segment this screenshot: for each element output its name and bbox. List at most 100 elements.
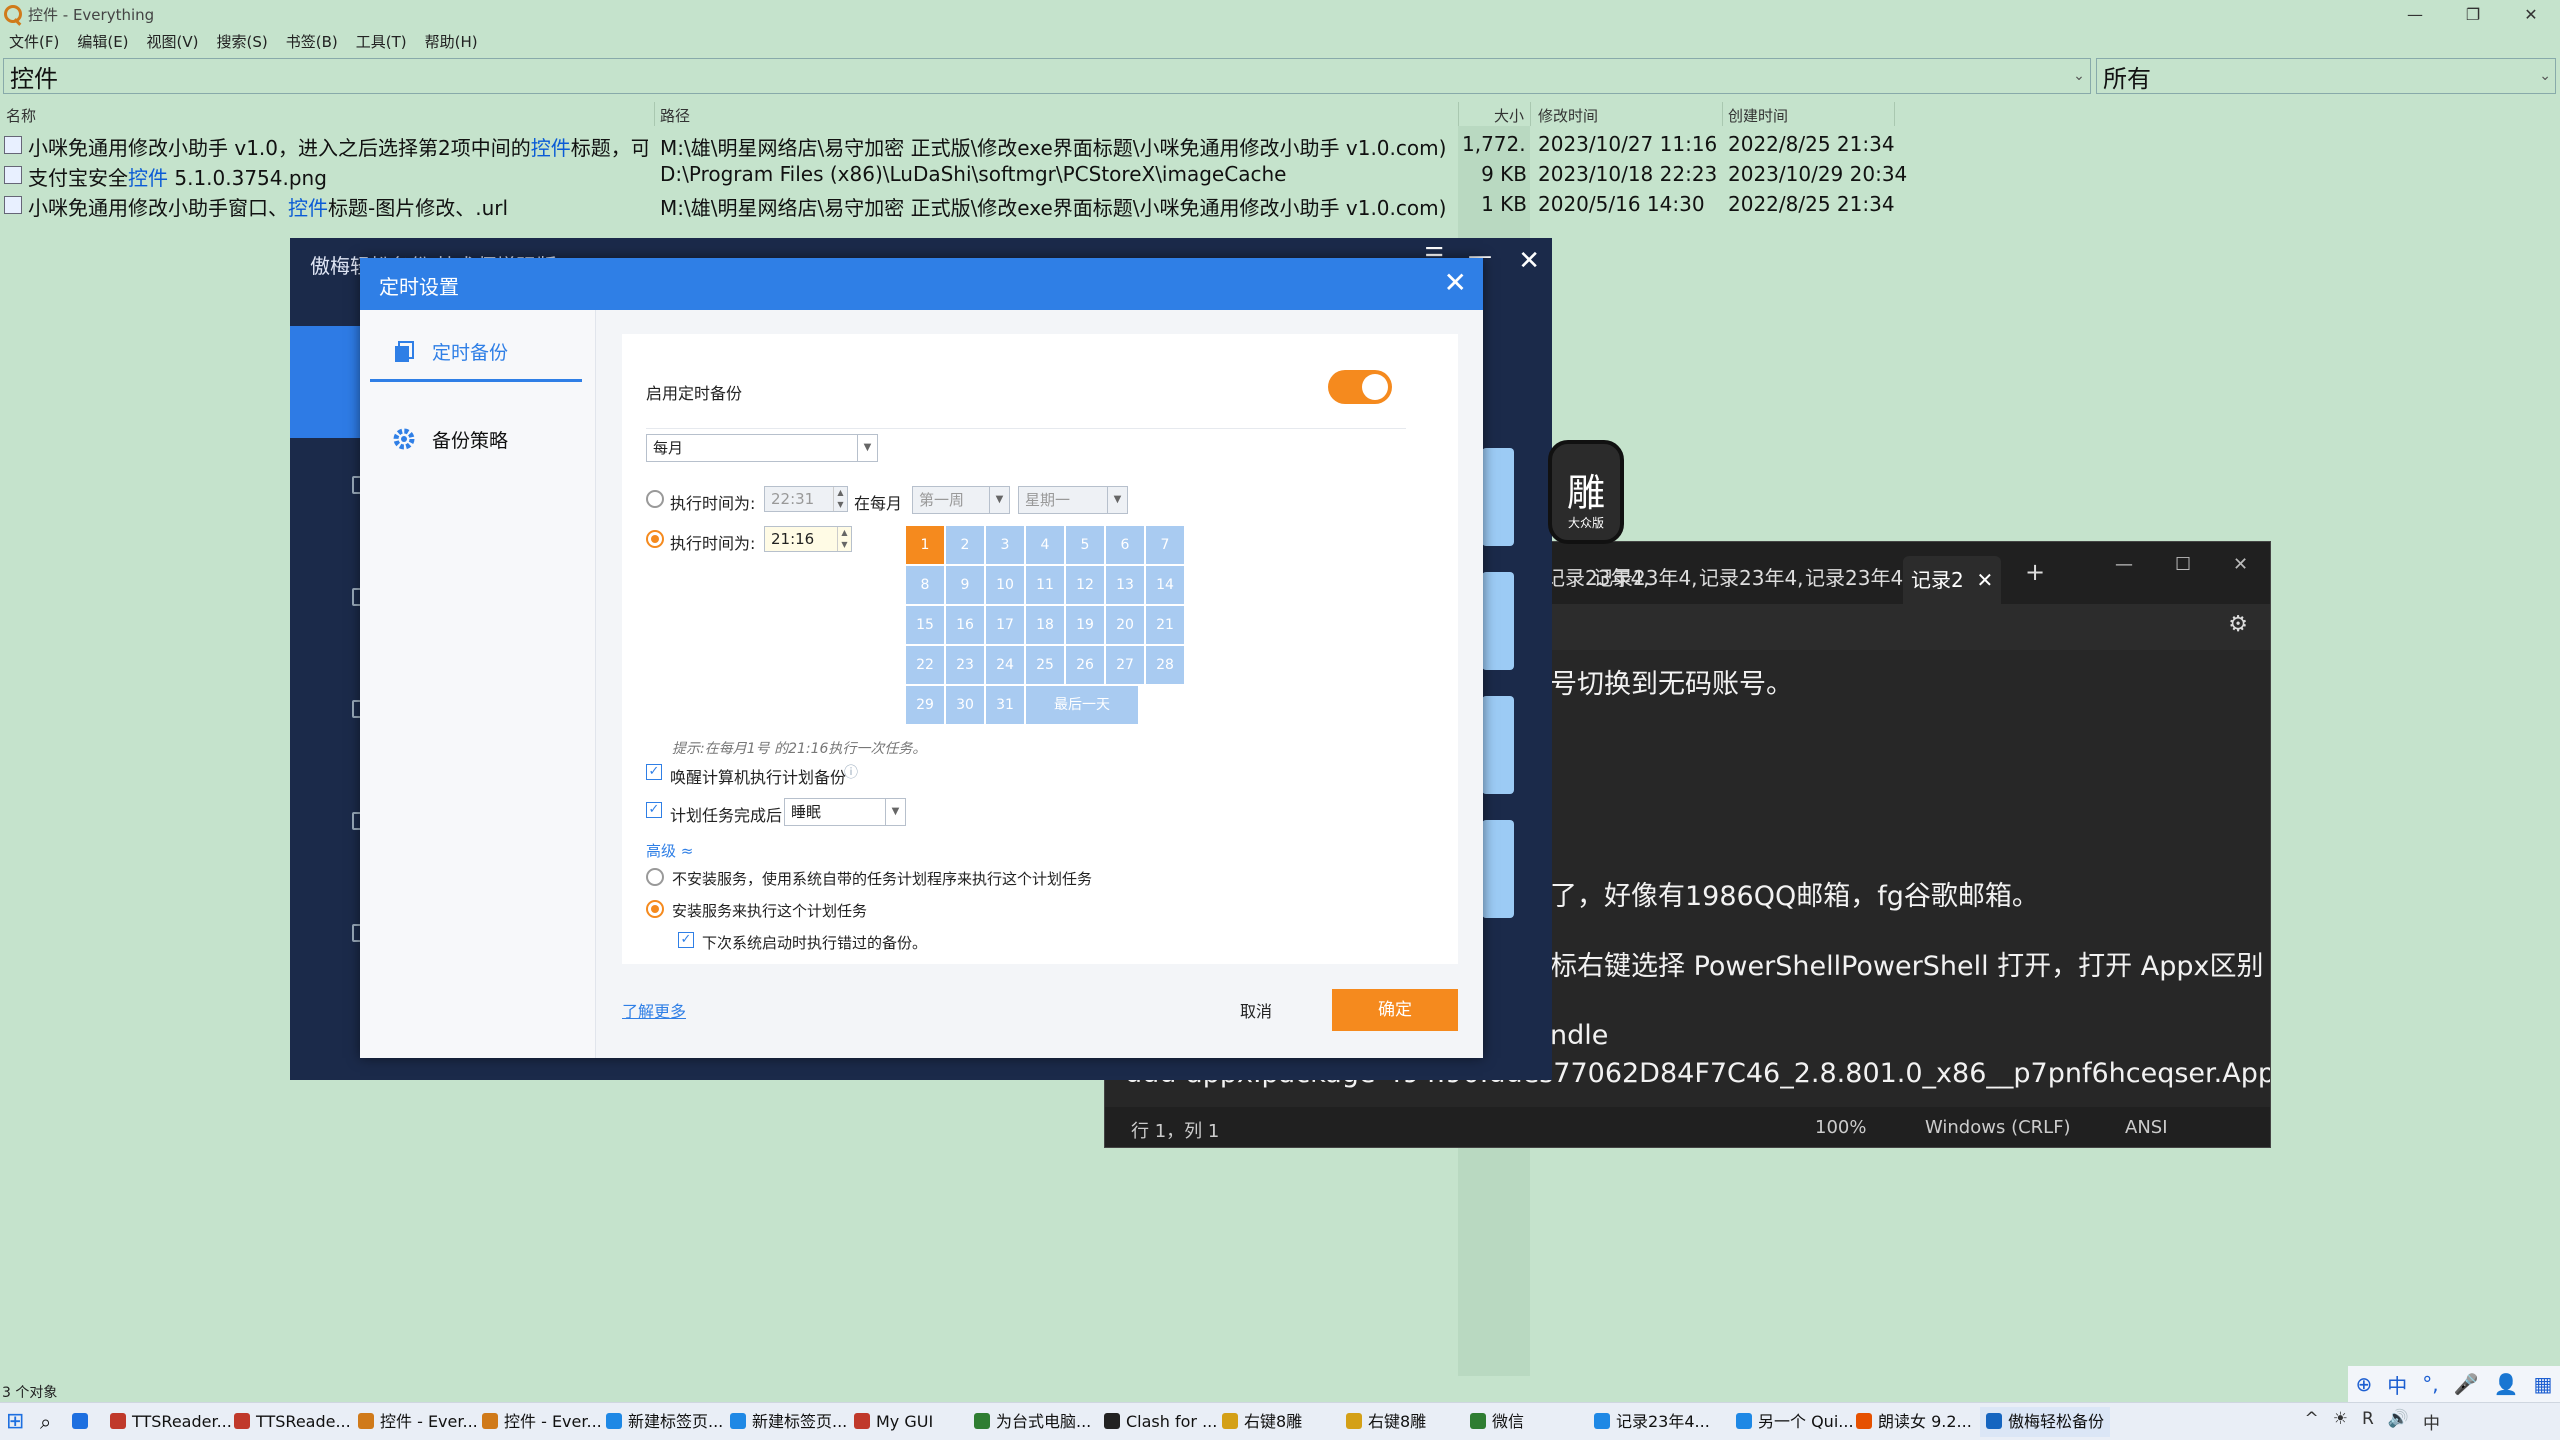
maximize-icon[interactable]: ☐ [2175, 554, 2191, 575]
clock[interactable] [2454, 1409, 2550, 1434]
column-path[interactable]: 路径 [660, 105, 690, 126]
day-cell-18[interactable]: 18 [1026, 606, 1064, 644]
day-cell-8[interactable]: 8 [906, 566, 944, 604]
learn-more-link[interactable]: 了解更多 [622, 998, 686, 1022]
day-cell-5[interactable]: 5 [1066, 526, 1104, 564]
start-icon[interactable]: ⊞ [6, 1407, 24, 1437]
gear-icon[interactable]: ⚙ [2228, 612, 2248, 637]
feature-tile[interactable] [1482, 696, 1514, 794]
spinner-icon[interactable]: ▲ ▼ [837, 527, 851, 551]
after-task-select[interactable]: 睡眠 ▼ [784, 798, 906, 826]
radio-install-service[interactable] [646, 900, 664, 918]
day-cell-13[interactable]: 13 [1106, 566, 1144, 604]
taskbar-app-button[interactable]: TTSReader... [110, 1407, 232, 1437]
taskbar-app-button[interactable]: 傲梅轻松备份 [1980, 1407, 2111, 1437]
day-cell-7[interactable]: 7 [1146, 526, 1184, 564]
day-cell-1[interactable]: 1 [906, 526, 944, 564]
close-icon[interactable]: ✕ [1444, 266, 1467, 299]
wake-checkbox[interactable]: ✓ [646, 764, 662, 780]
day-cell-30[interactable]: 30 [946, 686, 984, 724]
column-modified[interactable]: 修改时间 [1538, 105, 1598, 126]
weekday-select[interactable]: 星期一 ▼ [1018, 486, 1128, 514]
feature-tile[interactable] [1482, 820, 1514, 918]
tab-doc-3[interactable]: 记录23年4, [1699, 562, 1804, 591]
column-name[interactable]: 名称 [6, 105, 36, 126]
missed-backup-checkbox[interactable]: ✓ [678, 932, 694, 948]
close-icon[interactable]: ✕ [2502, 0, 2560, 28]
close-tab-icon[interactable]: ✕ [1976, 568, 1993, 592]
nav-schedule-backup[interactable]: 定时备份 [370, 324, 582, 382]
day-cell-19[interactable]: 19 [1066, 606, 1104, 644]
user-icon[interactable]: 👤 [2494, 1372, 2519, 1396]
ime-chinese[interactable]: 中 [2387, 1370, 2407, 1399]
time-input[interactable]: 21:16 ▲ ▼ [764, 526, 852, 552]
table-row[interactable]: 支付宝安全控件 5.1.0.3754.png D:\Program Files … [0, 160, 1907, 190]
feature-tile[interactable] [1482, 448, 1514, 546]
day-cell-21[interactable]: 21 [1146, 606, 1184, 644]
menu-file[interactable]: 文件(F) [0, 31, 68, 52]
taskbar-app-button[interactable]: TTSReade... [234, 1407, 351, 1437]
taskbar-app-button[interactable]: My GUI [854, 1407, 933, 1437]
frequency-select[interactable]: 每月 ▼ [646, 434, 878, 462]
day-cell-11[interactable]: 11 [1026, 566, 1064, 604]
column-created[interactable]: 创建时间 [1728, 105, 1788, 126]
taskbar-app-button[interactable]: 右键8雕 [1346, 1407, 1426, 1437]
grid-icon[interactable]: ▦ [2534, 1372, 2553, 1396]
spinner-icon[interactable]: ▲ ▼ [833, 487, 847, 511]
taskbar-app-button[interactable]: Clash for ... [1104, 1407, 1217, 1437]
day-cell-24[interactable]: 24 [986, 646, 1024, 684]
widget-icon[interactable] [72, 1407, 94, 1437]
tab-doc-2[interactable]: 记录23年4, [1593, 562, 1698, 591]
radio-week-mode[interactable] [646, 490, 664, 508]
time-input-disabled[interactable]: 22:31 ▲ ▼ [764, 486, 848, 512]
table-row[interactable]: 小咪免通用修改小助手 v1.0，进入之后选择第2项中间的控件标题，可插... M… [0, 130, 1900, 160]
search-icon[interactable]: ⌕ [40, 1407, 51, 1437]
menu-edit[interactable]: 编辑(E) [68, 31, 137, 52]
day-cell-26[interactable]: 26 [1066, 646, 1104, 684]
volume-icon[interactable]: 🔊 [2388, 1409, 2409, 1434]
taskbar-app-button[interactable]: 微信 [1470, 1407, 1524, 1437]
day-cell-16[interactable]: 16 [946, 606, 984, 644]
tray-app-icon[interactable]: R [2362, 1409, 2374, 1434]
cancel-button[interactable]: 取消 [1240, 998, 1272, 1022]
day-cell-17[interactable]: 17 [986, 606, 1024, 644]
day-cell-10[interactable]: 10 [986, 566, 1024, 604]
new-tab-icon[interactable]: + [2025, 558, 2045, 586]
nav-backup-strategy[interactable]: 备份策略 [370, 410, 582, 468]
menu-bookmarks[interactable]: 书签(B) [277, 31, 347, 52]
column-size[interactable]: 大小 [1494, 105, 1524, 126]
day-cell-20[interactable]: 20 [1106, 606, 1144, 644]
enable-toggle[interactable] [1328, 370, 1392, 404]
day-cell-6[interactable]: 6 [1106, 526, 1144, 564]
day-cell-15[interactable]: 15 [906, 606, 944, 644]
tab-active[interactable]: 记录2 ✕ [1903, 556, 2002, 604]
close-icon[interactable]: ✕ [2233, 554, 2248, 575]
menu-help[interactable]: 帮助(H) [416, 31, 487, 52]
day-cell-29[interactable]: 29 [906, 686, 944, 724]
day-cell-4[interactable]: 4 [1026, 526, 1064, 564]
ime-punct[interactable]: °, [2422, 1372, 2438, 1396]
day-cell-12[interactable]: 12 [1066, 566, 1104, 604]
taskbar-app-button[interactable]: 另一个 Qui... [1736, 1407, 1854, 1437]
feature-tile[interactable] [1482, 572, 1514, 670]
day-cell-3[interactable]: 3 [986, 526, 1024, 564]
search-input[interactable]: 控件 ⌄ [3, 58, 2091, 94]
taskbar-app-button[interactable]: 朗读女 9.2... [1856, 1407, 1972, 1437]
taskbar-app-button[interactable]: 控件 - Ever... [482, 1407, 602, 1437]
search-history-dropdown-icon[interactable]: ⌄ [2068, 59, 2090, 93]
help-icon[interactable]: ⓘ [844, 762, 858, 782]
filter-select[interactable]: 所有 ⌄ [2096, 58, 2556, 94]
close-icon[interactable]: ✕ [1518, 246, 1540, 276]
day-cell-31[interactable]: 31 [986, 686, 1024, 724]
day-cell-2[interactable]: 2 [946, 526, 984, 564]
tray-overflow-icon[interactable]: ^ [2305, 1409, 2319, 1434]
taskbar-app-button[interactable]: 新建标签页... [730, 1407, 847, 1437]
weather-icon[interactable]: ☀ [2333, 1409, 2348, 1434]
tab-doc-4[interactable]: 记录23年4, [1805, 562, 1910, 591]
taskbar-app-button[interactable]: 为台式电脑... [974, 1407, 1091, 1437]
week-select[interactable]: 第一周 ▼ [912, 486, 1010, 514]
last-day-cell[interactable]: 最后一天 [1026, 686, 1138, 724]
taskbar-app-button[interactable]: 新建标签页... [606, 1407, 723, 1437]
taskbar-app-button[interactable]: 记录23年4... [1594, 1407, 1710, 1437]
minimize-icon[interactable]: — [2115, 554, 2133, 575]
